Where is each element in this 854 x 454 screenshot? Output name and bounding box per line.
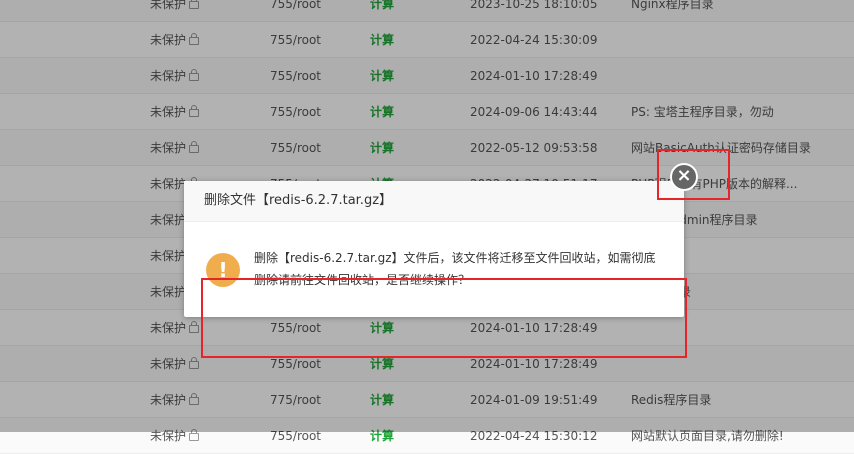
warning-icon: ! (206, 253, 240, 287)
unlock-icon (189, 429, 200, 441)
close-icon[interactable]: × (670, 163, 698, 191)
dialog-title: 删除文件【redis-6.2.7.tar.gz】 (184, 181, 684, 222)
dialog-message: 删除【redis-6.2.7.tar.gz】文件后，该文件将迁移至文件回收站，如… (254, 251, 656, 287)
